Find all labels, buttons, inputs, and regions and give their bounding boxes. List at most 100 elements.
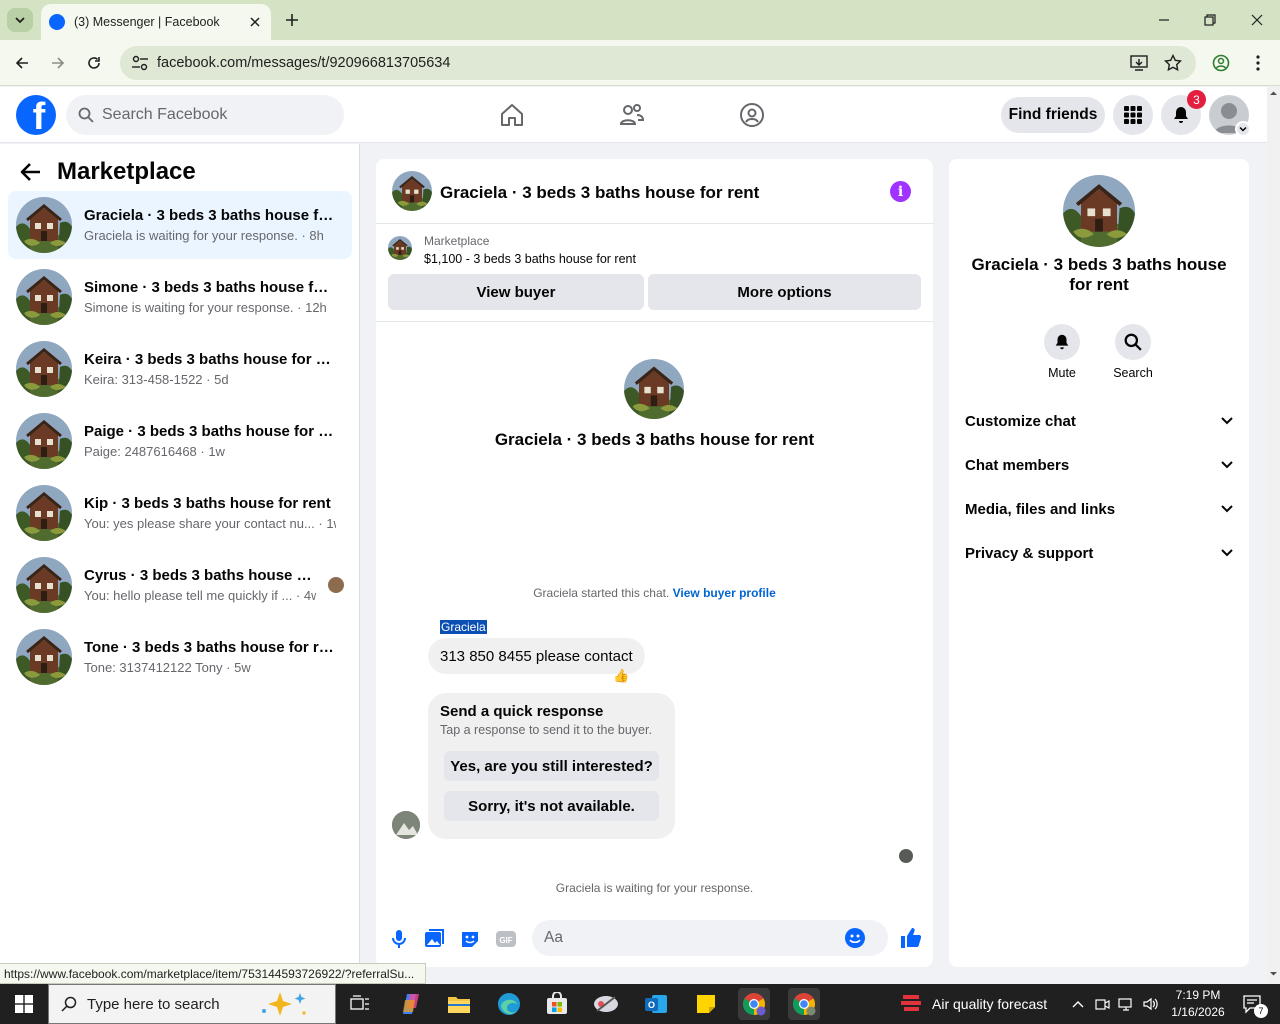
scroll-up-icon[interactable] [1267,87,1280,100]
back-button[interactable] [20,162,42,182]
file-explorer-button[interactable] [443,988,475,1020]
facebook-search-input[interactable] [102,106,322,124]
start-button[interactable] [0,984,48,1024]
chrome-icon [793,993,816,1016]
thumbs-up-reaction[interactable]: 👍 [613,668,629,684]
meet-now-button[interactable] [1090,988,1114,1020]
sticker-icon[interactable] [459,928,481,950]
windows-logo-icon [15,995,33,1013]
conversation-item[interactable]: Cyrus · 3 beds 3 baths house for rent You… [8,551,352,619]
copilot-icon [403,994,419,1014]
volume-button[interactable] [1138,988,1162,1020]
system-clock[interactable]: 7:19 PM 1/16/2026 [1160,987,1236,1021]
facebook-search[interactable] [66,95,344,135]
browser-menu-button[interactable] [1246,51,1270,75]
scroll-down-icon[interactable] [1267,967,1280,980]
thumbs-up-icon[interactable] [899,926,923,950]
quick-response-interested-button[interactable]: Yes, are you still interested? [444,751,659,781]
facebook-logo[interactable]: f [16,95,56,135]
photo-icon[interactable] [423,928,445,950]
new-tab-button[interactable] [280,8,304,32]
sticky-notes-button[interactable] [690,988,722,1020]
section-chat-members[interactable]: Chat members [957,445,1241,485]
close-tab-button[interactable] [243,10,267,34]
quick-response-not-available-button[interactable]: Sorry, it's not available. [444,791,659,821]
bookmark-star-icon[interactable] [1164,54,1182,72]
chrome-button-1[interactable] [738,988,770,1020]
quick-response-title: Send a quick response [440,703,604,720]
microphone-icon[interactable] [388,928,410,950]
install-app-icon[interactable] [1130,54,1148,72]
chat-info-name: Graciela · 3 beds 3 baths house for rent [971,255,1227,294]
task-view-button[interactable] [344,988,376,1020]
more-options-button[interactable]: More options [648,274,921,310]
close-window-button[interactable] [1234,0,1280,40]
page-scrollbar[interactable] [1267,87,1280,984]
conversation-item[interactable]: Graciela · 3 beds 3 baths house for rent… [8,191,352,259]
mute-action[interactable]: Mute [1032,324,1092,380]
emoji-icon[interactable] [844,927,866,949]
conversation-item[interactable]: Keira · 3 beds 3 baths house for rent Kei… [8,335,352,403]
chat-avatar[interactable] [392,171,432,211]
chrome-button-2[interactable] [788,988,820,1020]
view-buyer-button[interactable]: View buyer [388,274,644,310]
conversation-item[interactable]: Tone · 3 beds 3 baths house for rent Tone… [8,623,352,691]
edge-button[interactable] [493,988,525,1020]
weather-widget[interactable]: Air quality forecast [900,984,1047,1024]
search-action[interactable]: Search [1103,324,1163,380]
listing-price[interactable]: $1,100 - 3 beds 3 baths house for rent [424,252,636,266]
notification-center-button[interactable]: 7 [1236,988,1268,1020]
copilot-button[interactable] [395,988,427,1020]
conversation-item[interactable]: Simone · 3 beds 3 baths house for rent Si… [8,263,352,331]
network-button[interactable] [1114,988,1138,1020]
buyer-avatar[interactable] [392,811,420,839]
browser-tab[interactable]: (3) Messenger | Facebook [41,4,271,40]
minimize-button[interactable] [1141,0,1187,40]
home-nav-button[interactable] [492,95,532,135]
address-bar[interactable]: facebook.com/messages/t/920966813705634 [120,46,1196,80]
facebook-header: f Find friends 3 [0,87,1267,143]
friends-nav-button[interactable] [612,95,652,135]
section-privacy-support[interactable]: Privacy & support [957,533,1241,573]
chat-title[interactable]: Graciela · 3 beds 3 baths house for rent [440,183,759,203]
folder-icon [448,997,470,1013]
site-info-icon[interactable] [129,55,151,71]
facebook-favicon-icon [49,14,65,30]
home-icon [501,104,523,126]
account-menu-button[interactable] [1235,121,1251,137]
conversation-name: Tone · 3 beds 3 baths house for rent [84,639,336,656]
reload-button[interactable] [82,51,106,75]
conversation-preview: Paige: 2487616468 · 1w [84,444,225,459]
restore-button[interactable] [1187,0,1233,40]
message-input[interactable] [544,929,844,947]
info-icon[interactable]: i [890,181,911,202]
show-hidden-icons-button[interactable] [1064,988,1092,1020]
store-button[interactable] [541,988,573,1020]
listing-thumbnail [16,197,72,253]
snipping-tool-button[interactable] [590,988,622,1020]
section-label: Chat members [965,456,1070,474]
arrow-right-icon [52,57,65,69]
conversation-item[interactable]: Kip · 3 beds 3 baths house for rent You: … [8,479,352,547]
forward-button[interactable] [46,51,70,75]
conversation-item[interactable]: Paige · 3 beds 3 baths house for rent Pai… [8,407,352,475]
search-icon [1124,333,1142,351]
read-receipt-avatar [899,849,913,863]
arrow-left-icon [15,57,28,69]
back-button[interactable] [10,51,34,75]
gif-icon[interactable]: GIF [495,928,517,950]
view-buyer-profile-link[interactable]: View buyer profile [673,586,776,600]
tab-search-button[interactable] [7,8,33,32]
conversation-name: Simone · 3 beds 3 baths house for rent [84,279,336,296]
outlook-button[interactable]: O [640,988,672,1020]
message-input-box[interactable] [532,920,888,956]
menu-button[interactable] [1113,95,1153,135]
profile-button[interactable] [1209,51,1233,75]
section-customize-chat[interactable]: Customize chat [957,401,1241,441]
taskbar-search[interactable]: Type here to search [48,984,336,1024]
find-friends-button[interactable]: Find friends [1001,97,1105,133]
url-text: facebook.com/messages/t/920966813705634 [157,55,451,71]
section-media-files-links[interactable]: Media, files and links [957,489,1241,529]
groups-icon [740,103,764,127]
groups-nav-button[interactable] [732,95,772,135]
